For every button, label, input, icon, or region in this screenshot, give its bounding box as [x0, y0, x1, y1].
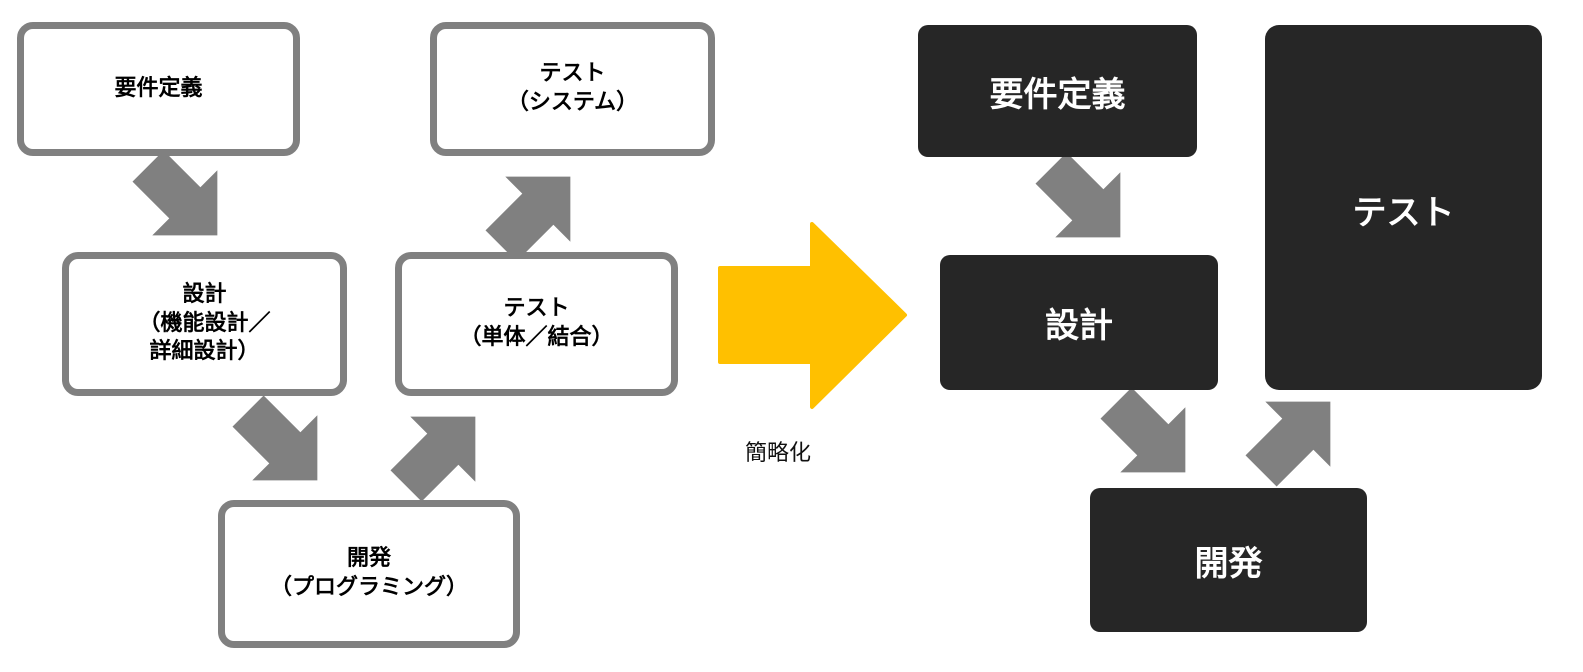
simplify-label: 簡略化: [745, 441, 812, 466]
simplify-arrow: [718, 222, 907, 409]
box-simple-requirements: 要件定義: [918, 25, 1197, 157]
box-development: 開発 （プログラミング）: [218, 500, 520, 648]
box-design: 設計 （機能設計／ 詳細設計）: [62, 252, 347, 396]
box-simple-development: 開発: [1090, 488, 1367, 632]
arrow-simple-design-to-development: [1083, 370, 1218, 505]
arrow-development-to-unit-test: [373, 384, 508, 519]
box-system-test: テスト （システム）: [430, 22, 715, 156]
arrow-design-to-development: [215, 378, 350, 513]
box-unit-test: テスト （単体／結合）: [395, 252, 678, 396]
box-requirements: 要件定義: [17, 22, 300, 156]
box-simple-design: 設計: [940, 255, 1218, 390]
box-simple-test: テスト: [1265, 25, 1542, 390]
